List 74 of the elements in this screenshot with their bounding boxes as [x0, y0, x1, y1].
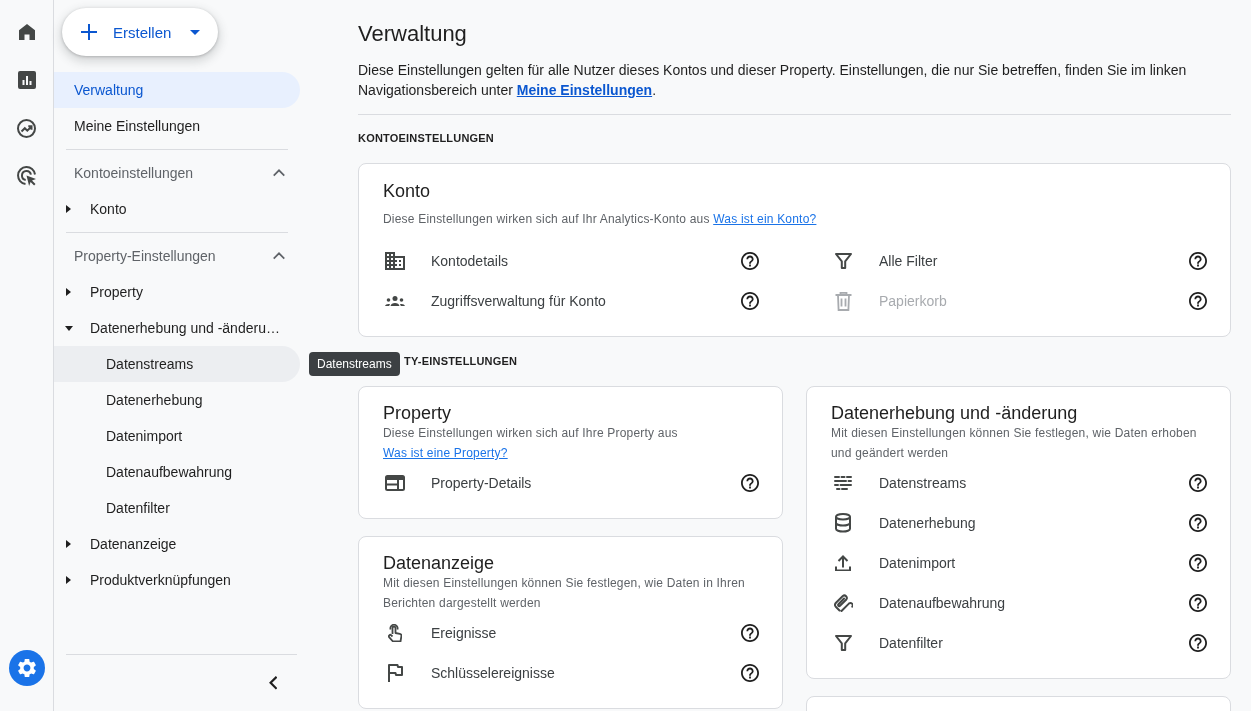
help-icon[interactable]	[1189, 474, 1207, 492]
settings-item[interactable]: Alle Filter	[879, 253, 1189, 269]
nav-item[interactable]: Verwaltung	[54, 72, 300, 108]
help-icon[interactable]	[1189, 292, 1207, 310]
card-title: Datenanzeige	[383, 553, 496, 573]
help-icon[interactable]	[1189, 554, 1207, 572]
help-icon[interactable]	[741, 252, 759, 270]
paperclip-icon	[833, 594, 853, 612]
group-header[interactable]: Property-Einstellungen	[54, 238, 300, 274]
settings-item[interactable]: Ereignisse	[431, 625, 741, 641]
nav-item[interactable]: Datenerhebung	[54, 382, 300, 418]
database-icon	[835, 513, 851, 533]
help-icon[interactable]	[1189, 594, 1207, 612]
dashed-lines-icon	[834, 476, 852, 490]
settings-item[interactable]: Datenaufbewahrung	[879, 595, 1189, 611]
settings-item[interactable]: Datenerhebung	[879, 515, 1189, 531]
nav-item[interactable]: Meine Einstellungen	[54, 108, 300, 144]
nav-item[interactable]: Datenstreams	[54, 346, 300, 382]
card-description: Diese Einstellungen wirken sich auf Ihre Property aus Was ist eine Property?	[383, 425, 679, 462]
window-layout-icon	[385, 475, 405, 491]
card-description: Diese Einstellungen wirken sich auf Ihr Analytics-Konto aus Was ist ein Konto?	[383, 211, 818, 228]
help-icon[interactable]	[741, 664, 759, 682]
card-description: Mit diesen Einstellungen können Sie festlegen, wie Daten erhoben und geändert werden	[831, 425, 1198, 462]
help-icon[interactable]	[1189, 252, 1207, 270]
nav-item[interactable]: Property	[54, 274, 300, 310]
target-cursor-icon[interactable]	[16, 166, 37, 186]
card-title: Datenerhebung und -änderung	[831, 403, 1079, 423]
settings-item[interactable]: Datenstreams	[879, 475, 1189, 491]
chevron-up-icon	[273, 169, 285, 177]
nav-item[interactable]: Konto	[54, 191, 300, 227]
nav-item[interactable]: Datenaufbewahrung	[54, 454, 300, 490]
page-title: Verwaltung	[358, 20, 468, 48]
upload-icon	[835, 554, 851, 572]
tooltip: Datenstreams	[309, 352, 400, 376]
nav-item[interactable]: Produktverknüpfungen	[54, 562, 300, 598]
settings-item[interactable]: Kontodetails	[431, 253, 741, 269]
building-icon	[385, 252, 405, 270]
card-title: Property	[383, 403, 453, 423]
chevron-left-icon[interactable]	[268, 676, 278, 690]
nav-item[interactable]: Datenanzeige	[54, 526, 300, 562]
plus-icon	[81, 24, 97, 40]
settings-item[interactable]: Property-Details	[431, 475, 741, 491]
settings-item[interactable]: Datenfilter	[879, 635, 1189, 651]
funnel-icon	[834, 253, 852, 269]
settings-item[interactable]: Zugriffsverwaltung für Konto	[431, 293, 741, 309]
home-icon[interactable]	[18, 24, 35, 40]
trash-icon	[834, 291, 852, 311]
card-description: Mit diesen Einstellungen können Sie festlegen, wie Daten in Ihren Berichten dargestellt werden	[383, 575, 746, 612]
funnel-icon	[834, 635, 852, 651]
help-link[interactable]: Was ist eine Property?	[383, 446, 508, 460]
help-icon[interactable]	[741, 624, 759, 642]
group-header[interactable]: Kontoeinstellungen	[54, 155, 300, 191]
settings-icon[interactable]	[8, 650, 45, 686]
help-icon[interactable]	[1189, 514, 1207, 532]
nav-item[interactable]: Datenimport	[54, 418, 300, 454]
caret-down-icon	[190, 29, 201, 35]
settings-item[interactable]: Datenimport	[879, 555, 1189, 571]
nav-item[interactable]: Datenerhebung und -änderu…	[54, 310, 300, 346]
section-heading: KONTOEINSTELLUNGEN	[358, 131, 495, 146]
help-link[interactable]: Was ist ein Konto?	[713, 212, 817, 226]
chevron-up-icon	[273, 252, 285, 260]
page-description: Diese Einstellungen gelten für alle Nutzer dieses Kontos und dieser Property. Einstellungen, die nur Sie betreffen, finden Sie im linken Navigationsbereich unter Meine Einstellungen.	[358, 61, 1188, 100]
flag-icon	[387, 664, 403, 682]
bar-chart-icon[interactable]	[17, 71, 36, 89]
card-title: Konto	[383, 181, 432, 201]
trend-chart-icon[interactable]	[17, 118, 36, 138]
settings-item[interactable]: Schlüsselereignisse	[431, 665, 741, 681]
help-icon[interactable]	[741, 292, 759, 310]
create-button[interactable]: Erstellen	[62, 8, 218, 56]
people-icon	[385, 295, 405, 307]
help-icon[interactable]	[741, 474, 759, 492]
nav-item[interactable]: Datenfilter	[54, 490, 300, 526]
help-icon[interactable]	[1189, 634, 1207, 652]
pointing-hand-icon	[387, 623, 403, 643]
